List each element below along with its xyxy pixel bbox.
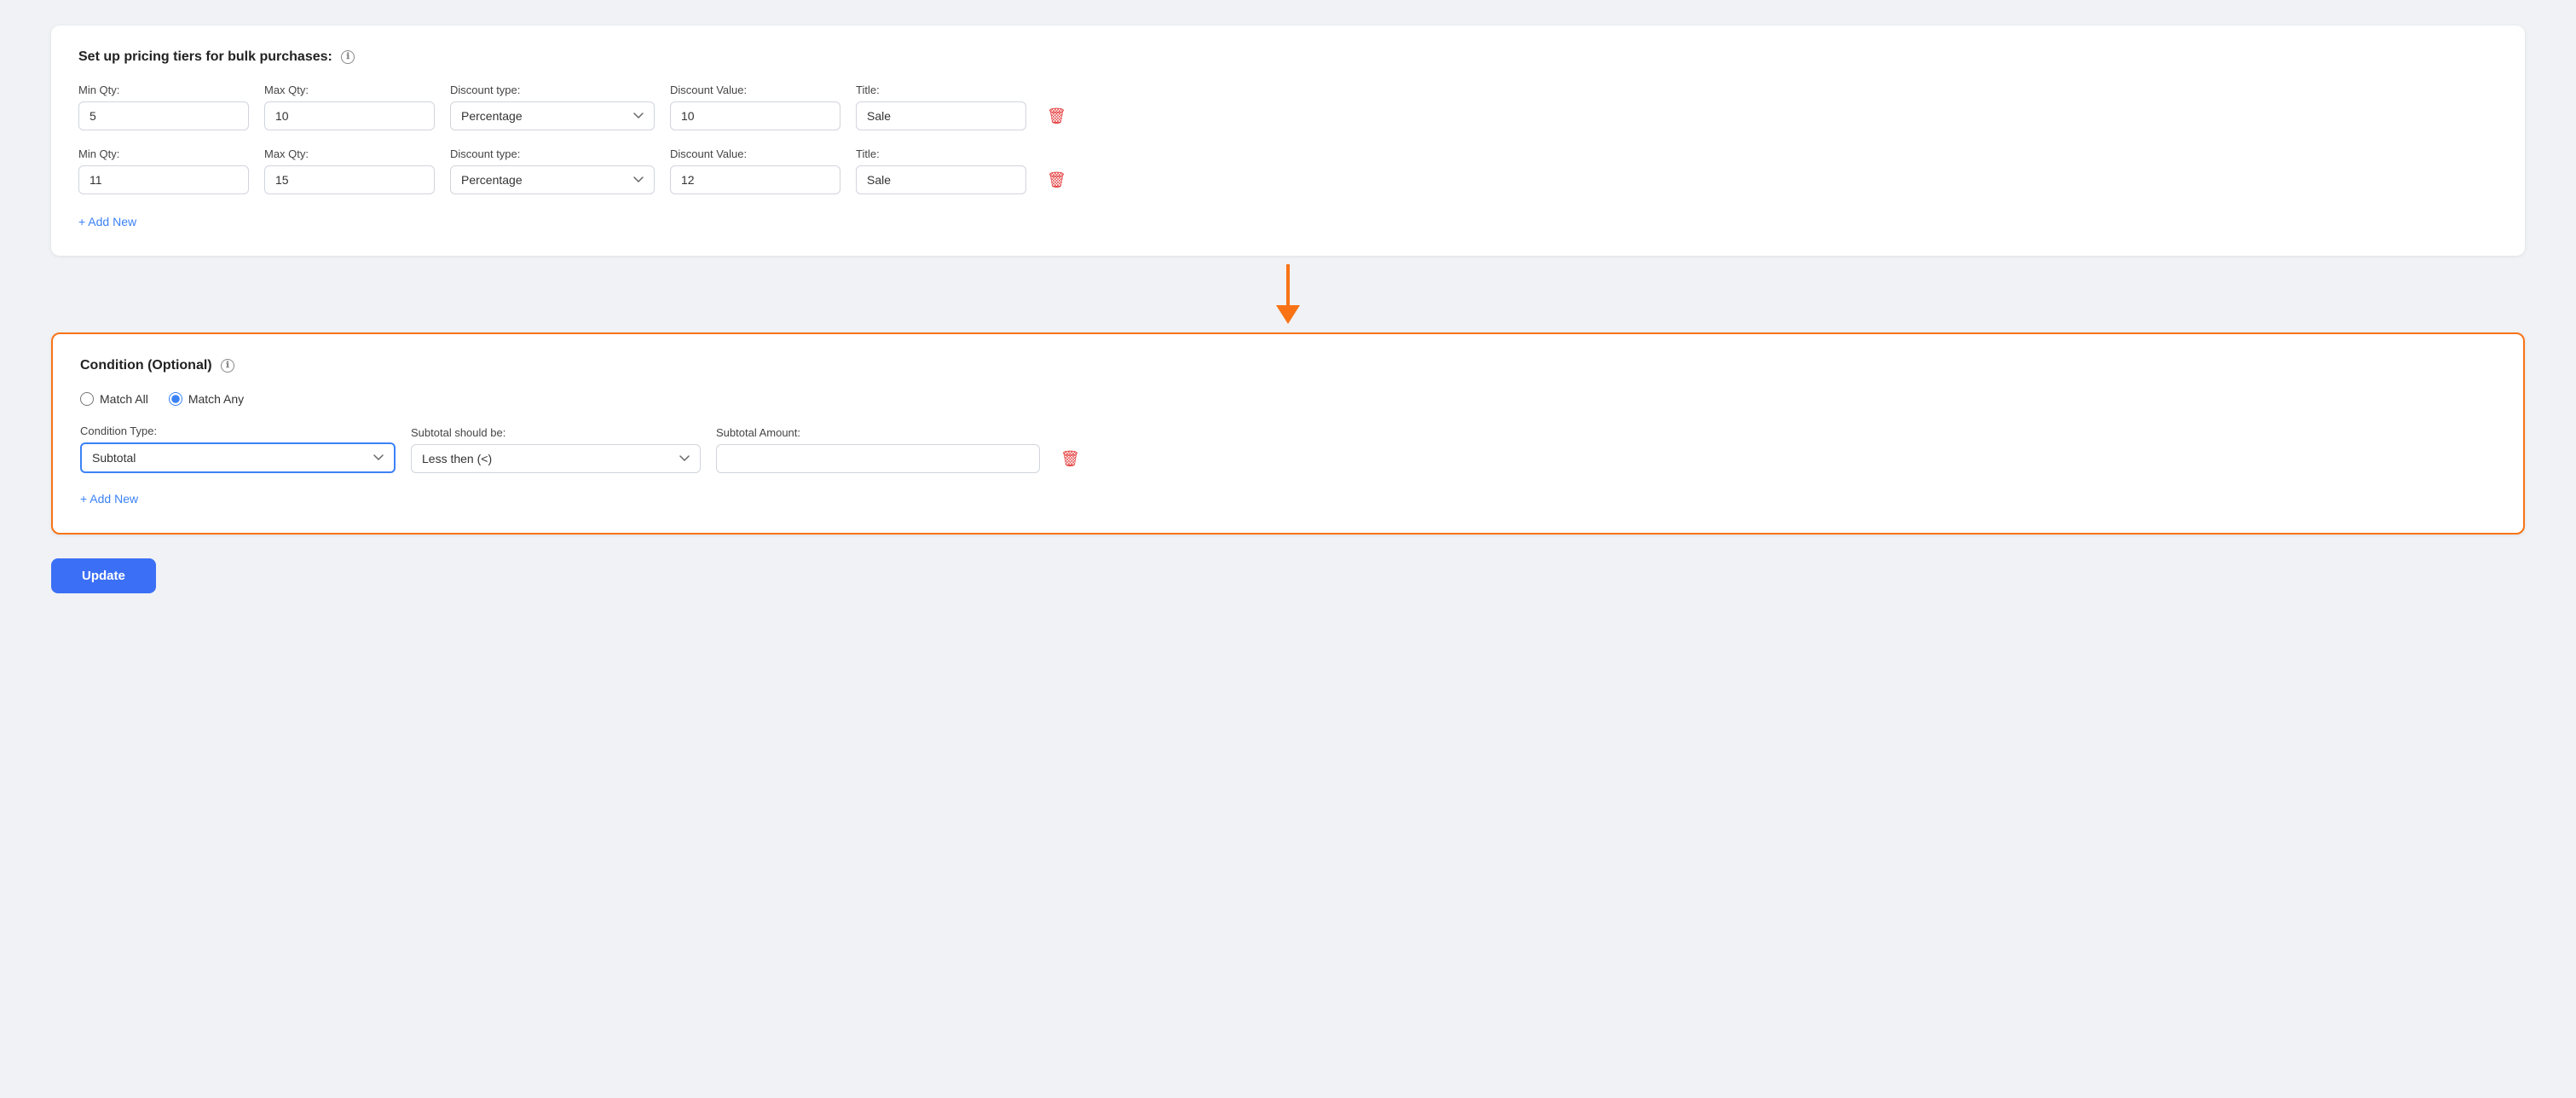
condition-section-title: Condition (Optional) ℹ <box>80 358 2496 373</box>
tier2-title-group: Title: <box>856 147 1026 194</box>
tier1-discount-type-select[interactable]: Percentage Fixed Amount <box>450 101 655 130</box>
tier2-max-qty-label: Max Qty: <box>264 147 435 160</box>
condition-delete-button[interactable]: 🗑 <box>1055 446 1085 471</box>
down-arrow-icon <box>1273 264 1303 324</box>
tier1-delete-button[interactable]: 🗑 <box>1042 103 1071 129</box>
footer-actions: Update <box>51 535 2525 593</box>
subtotal-should-be-select[interactable]: Less then (<) Greater then (>) Equal to … <box>411 444 701 473</box>
tier2-discount-type-group: Discount type: Percentage Fixed Amount <box>450 147 655 194</box>
condition-add-new-button[interactable]: + Add New <box>80 488 138 509</box>
tier2-min-qty-input[interactable] <box>78 165 249 194</box>
pricing-section-title: Set up pricing tiers for bulk purchases:… <box>78 49 2498 65</box>
tier1-max-qty-group: Max Qty: <box>264 84 435 130</box>
match-any-radio[interactable] <box>169 392 182 406</box>
subtotal-should-be-label: Subtotal should be: <box>411 426 701 439</box>
tier-row-1: Min Qty: Max Qty: Discount type: Percent… <box>78 84 2498 130</box>
tier2-max-qty-group: Max Qty: <box>264 147 435 194</box>
update-button[interactable]: Update <box>51 558 156 593</box>
pricing-title-text: Set up pricing tiers for bulk purchases: <box>78 49 332 64</box>
condition-card: Condition (Optional) ℹ Match All Match A… <box>51 332 2525 535</box>
tier2-discount-value-input[interactable] <box>670 165 840 194</box>
pricing-add-new-label: + Add New <box>78 215 136 228</box>
tier2-discount-value-label: Discount Value: <box>670 147 840 160</box>
tier1-discount-type-group: Discount type: Percentage Fixed Amount <box>450 84 655 130</box>
tier2-title-label: Title: <box>856 147 1026 160</box>
subtotal-amount-group: Subtotal Amount: <box>716 426 1040 473</box>
match-all-radio[interactable] <box>80 392 94 406</box>
update-label: Update <box>82 569 125 583</box>
tier-row-2: Min Qty: Max Qty: Discount type: Percent… <box>78 147 2498 194</box>
tier1-title-input[interactable] <box>856 101 1026 130</box>
tier1-discount-value-input[interactable] <box>670 101 840 130</box>
tier1-title-label: Title: <box>856 84 1026 96</box>
arrow-connector <box>51 256 2525 332</box>
match-all-text: Match All <box>100 392 148 406</box>
tier2-discount-type-select[interactable]: Percentage Fixed Amount <box>450 165 655 194</box>
condition-title-text: Condition (Optional) <box>80 358 212 373</box>
condition-type-group: Condition Type: Subtotal Quantity Weight <box>80 425 396 473</box>
tier1-min-qty-label: Min Qty: <box>78 84 249 96</box>
tier1-discount-type-label: Discount type: <box>450 84 655 96</box>
tier2-min-qty-group: Min Qty: <box>78 147 249 194</box>
subtotal-should-be-group: Subtotal should be: Less then (<) Greate… <box>411 426 701 473</box>
pricing-tiers-card: Set up pricing tiers for bulk purchases:… <box>51 26 2525 256</box>
tier1-min-qty-input[interactable] <box>78 101 249 130</box>
tier1-max-qty-input[interactable] <box>264 101 435 130</box>
condition-type-select[interactable]: Subtotal Quantity Weight <box>80 442 396 473</box>
match-any-label[interactable]: Match Any <box>169 392 244 406</box>
tier1-discount-value-group: Discount Value: <box>670 84 840 130</box>
tier2-title-input[interactable] <box>856 165 1026 194</box>
tier1-discount-value-label: Discount Value: <box>670 84 840 96</box>
match-any-text: Match Any <box>188 392 244 406</box>
condition-add-new-label: + Add New <box>80 492 138 506</box>
match-all-label[interactable]: Match All <box>80 392 148 406</box>
tier2-delete-button[interactable]: 🗑 <box>1042 167 1071 193</box>
tier2-discount-value-group: Discount Value: <box>670 147 840 194</box>
tier1-max-qty-label: Max Qty: <box>264 84 435 96</box>
pricing-add-new-button[interactable]: + Add New <box>78 211 136 232</box>
tier2-min-qty-label: Min Qty: <box>78 147 249 160</box>
pricing-info-icon: ℹ <box>341 50 355 64</box>
tier2-max-qty-input[interactable] <box>264 165 435 194</box>
tier1-min-qty-group: Min Qty: <box>78 84 249 130</box>
match-radio-group: Match All Match Any <box>80 392 2496 406</box>
condition-row: Condition Type: Subtotal Quantity Weight… <box>80 425 2496 473</box>
condition-info-icon: ℹ <box>221 359 234 373</box>
tier2-discount-type-label: Discount type: <box>450 147 655 160</box>
condition-type-label: Condition Type: <box>80 425 396 437</box>
subtotal-amount-label: Subtotal Amount: <box>716 426 1040 439</box>
tier1-title-group: Title: <box>856 84 1026 130</box>
subtotal-amount-input[interactable] <box>716 444 1040 473</box>
